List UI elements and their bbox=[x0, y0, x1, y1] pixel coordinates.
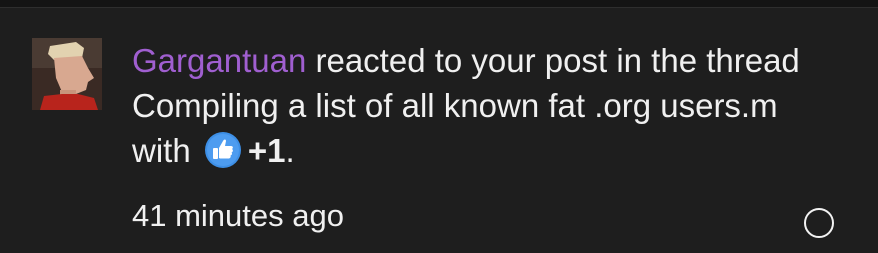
alert-text-part: reacted to your post in the thread bbox=[306, 42, 800, 79]
alert-item[interactable]: Gargantuan reacted to your post in the t… bbox=[0, 8, 878, 253]
avatar[interactable] bbox=[32, 38, 102, 110]
thumbs-up-icon bbox=[204, 131, 242, 169]
mark-read-toggle[interactable] bbox=[804, 208, 834, 238]
reaction-label: +1 bbox=[247, 132, 286, 169]
alert-message: Gargantuan reacted to your post in the t… bbox=[132, 38, 822, 173]
username-link[interactable]: Gargantuan bbox=[132, 42, 306, 79]
timestamp: 41 minutes ago bbox=[132, 198, 344, 233]
thread-title-link[interactable]: Compiling a list of all known fat .org u… bbox=[132, 87, 778, 124]
alert-text-end: . bbox=[285, 132, 295, 169]
top-divider-bar bbox=[0, 0, 878, 8]
alert-text-with: with bbox=[132, 132, 200, 169]
